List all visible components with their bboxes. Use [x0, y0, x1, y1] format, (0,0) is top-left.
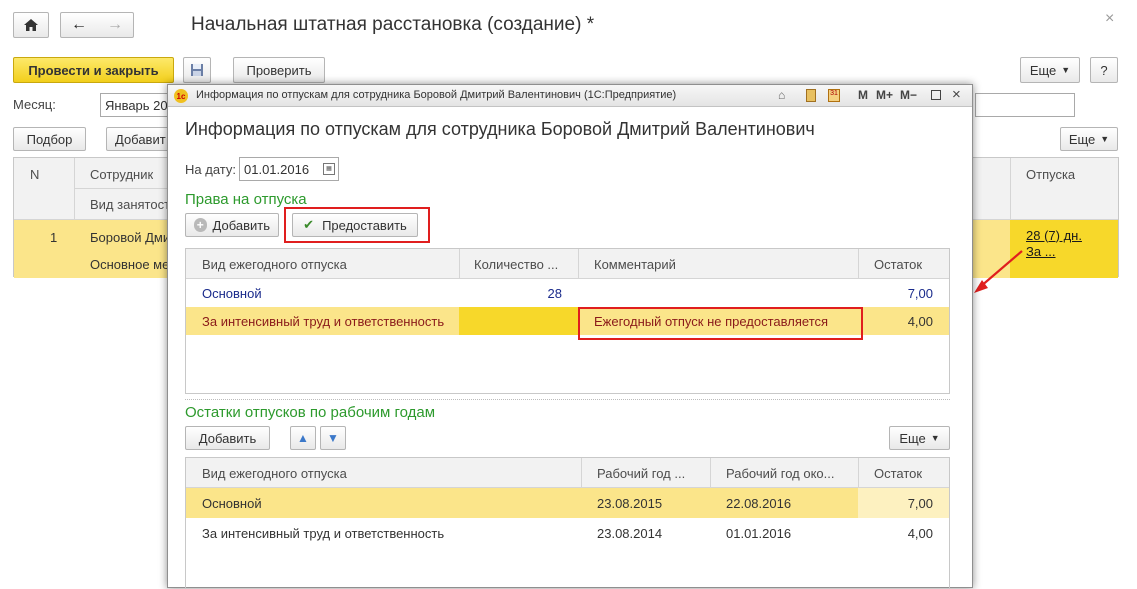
- col-divider: [578, 249, 579, 279]
- annotation-arrow-icon: [974, 250, 1023, 293]
- col-divider: [1010, 158, 1011, 220]
- month-label: Месяц:: [13, 97, 56, 112]
- col-header-n[interactable]: N: [30, 164, 39, 184]
- row-type: За интенсивный труд и ответственность: [202, 313, 445, 329]
- row-type: Основной: [202, 495, 262, 511]
- arrow-up-icon: ▲: [297, 431, 309, 445]
- col-header-comment[interactable]: Комментарий: [594, 255, 676, 273]
- close-icon[interactable]: ×: [952, 86, 961, 103]
- active-cell: [459, 307, 578, 335]
- balances-section-title: Остатки отпусков по рабочим годам: [185, 404, 436, 421]
- date-label: На дату:: [185, 162, 236, 177]
- add-button[interactable]: Добавит: [106, 127, 170, 151]
- add-right-button[interactable]: + Добавить: [185, 213, 279, 237]
- arrow-down-icon: ▼: [327, 431, 339, 445]
- col-header-type[interactable]: Вид ежегодного отпуска: [202, 464, 347, 482]
- home-icon: [24, 19, 38, 31]
- window-close-icon[interactable]: ×: [1105, 10, 1114, 28]
- calendar-icon[interactable]: 31: [828, 89, 840, 102]
- save-button[interactable]: [183, 57, 211, 83]
- dialog-heading: Информация по отпускам для сотрудника Бо…: [185, 119, 815, 139]
- col-divider: [459, 249, 460, 279]
- row-year-end: 01.01.2016: [726, 525, 792, 541]
- row-employee: Боровой Дми: [90, 229, 171, 245]
- section-divider: [185, 399, 950, 400]
- memory-minus-icon[interactable]: M−: [900, 88, 917, 102]
- vacation-info-dialog: 1c Информация по отпускам для сотрудника…: [167, 84, 973, 589]
- balances-table: Вид ежегодного отпуска Рабочий год ... Р…: [185, 457, 950, 589]
- add-right-label: Добавить: [212, 217, 270, 233]
- col-header-employee[interactable]: Сотрудник: [90, 164, 153, 184]
- row-year-end: 22.08.2016: [726, 495, 792, 511]
- back-arrow-icon[interactable]: ←: [61, 16, 97, 34]
- check-button[interactable]: Проверить: [233, 57, 325, 83]
- more-label: Еще: [1029, 62, 1057, 78]
- vacations-link-line2[interactable]: За ...: [1026, 242, 1056, 260]
- dropdown-arrow-icon: ▼: [1100, 134, 1110, 144]
- col-header-employment[interactable]: Вид занятост: [90, 194, 170, 214]
- dropdown-arrow-icon: ▼: [930, 433, 940, 443]
- row-employment: Основное ме: [90, 256, 170, 272]
- home-small-icon[interactable]: ⌂: [778, 88, 785, 102]
- table-row[interactable]: [186, 488, 949, 518]
- row-rest: 7,00: [907, 285, 933, 301]
- nav-back-forward: ← →: [60, 12, 134, 38]
- col-header-rest[interactable]: Остаток: [874, 255, 922, 273]
- row-year-start: 23.08.2014: [597, 525, 663, 541]
- row-rest: 4,00: [907, 313, 933, 329]
- balances-more-button[interactable]: Еще ▼: [889, 426, 950, 450]
- row-count: 28: [547, 285, 562, 301]
- memory-plus-icon[interactable]: M+: [876, 88, 893, 102]
- add-balance-button[interactable]: Добавить: [185, 426, 270, 450]
- dialog-window-title: Информация по отпускам для сотрудника Бо…: [196, 89, 677, 101]
- month-field[interactable]: Январь 20: [100, 93, 175, 117]
- select-button[interactable]: Подбор: [13, 127, 86, 151]
- maximize-icon[interactable]: [931, 90, 941, 100]
- col-header-type[interactable]: Вид ежегодного отпуска: [202, 255, 347, 273]
- row-type: Основной: [202, 285, 262, 301]
- row-year-start: 23.08.2015: [597, 495, 663, 511]
- dialog-titlebar: 1c Информация по отпускам для сотрудника…: [168, 85, 972, 107]
- post-and-close-button[interactable]: Провести и закрыть: [13, 57, 174, 83]
- col-header-rest[interactable]: Остаток: [874, 464, 922, 482]
- more2-button[interactable]: Еще ▼: [1060, 127, 1118, 151]
- save-icon: [191, 64, 203, 76]
- col-divider: [581, 458, 582, 488]
- col-header-vacations[interactable]: Отпуска: [1026, 164, 1075, 184]
- move-down-button[interactable]: ▼: [320, 426, 346, 450]
- col-divider: [74, 158, 75, 220]
- row-rest: 7,00: [907, 495, 933, 511]
- highlight-frame: [578, 307, 863, 340]
- row-rest: 4,00: [907, 525, 933, 541]
- more2-label: Еще: [1068, 131, 1096, 147]
- move-up-button[interactable]: ▲: [290, 426, 316, 450]
- balances-more-label: Еще: [899, 430, 926, 446]
- row-type: За интенсивный труд и ответственность: [202, 525, 445, 541]
- date-value: 01.01.2016: [244, 161, 310, 177]
- col-divider: [858, 249, 859, 279]
- table-row[interactable]: [186, 279, 949, 307]
- app-logo-icon: 1c: [174, 89, 188, 103]
- rights-section-title: Права на отпуска: [185, 191, 307, 208]
- col-divider: [858, 458, 859, 488]
- highlight-frame: [284, 207, 430, 243]
- forward-arrow-icon[interactable]: →: [97, 16, 133, 34]
- col-divider: [710, 458, 711, 488]
- calendar-picker-icon[interactable]: ▦: [323, 163, 335, 175]
- col-header-year-start[interactable]: Рабочий год ...: [597, 464, 685, 482]
- plus-icon: +: [194, 218, 207, 232]
- home-button[interactable]: [13, 12, 49, 38]
- col-header-year-end[interactable]: Рабочий год око...: [726, 464, 835, 482]
- memory-m-icon[interactable]: M: [858, 88, 868, 102]
- help-button[interactable]: ?: [1090, 57, 1118, 83]
- dropdown-arrow-icon: ▼: [1061, 65, 1071, 75]
- more-button[interactable]: Еще ▼: [1020, 57, 1080, 83]
- row-n: 1: [50, 229, 58, 245]
- calc-icon[interactable]: [806, 89, 816, 102]
- right-field[interactable]: [975, 93, 1075, 117]
- col-header-count[interactable]: Количество ...: [474, 255, 558, 273]
- date-field[interactable]: 01.01.2016 ▦: [239, 157, 339, 181]
- page-title: Начальная штатная расстановка (создание)…: [191, 14, 595, 35]
